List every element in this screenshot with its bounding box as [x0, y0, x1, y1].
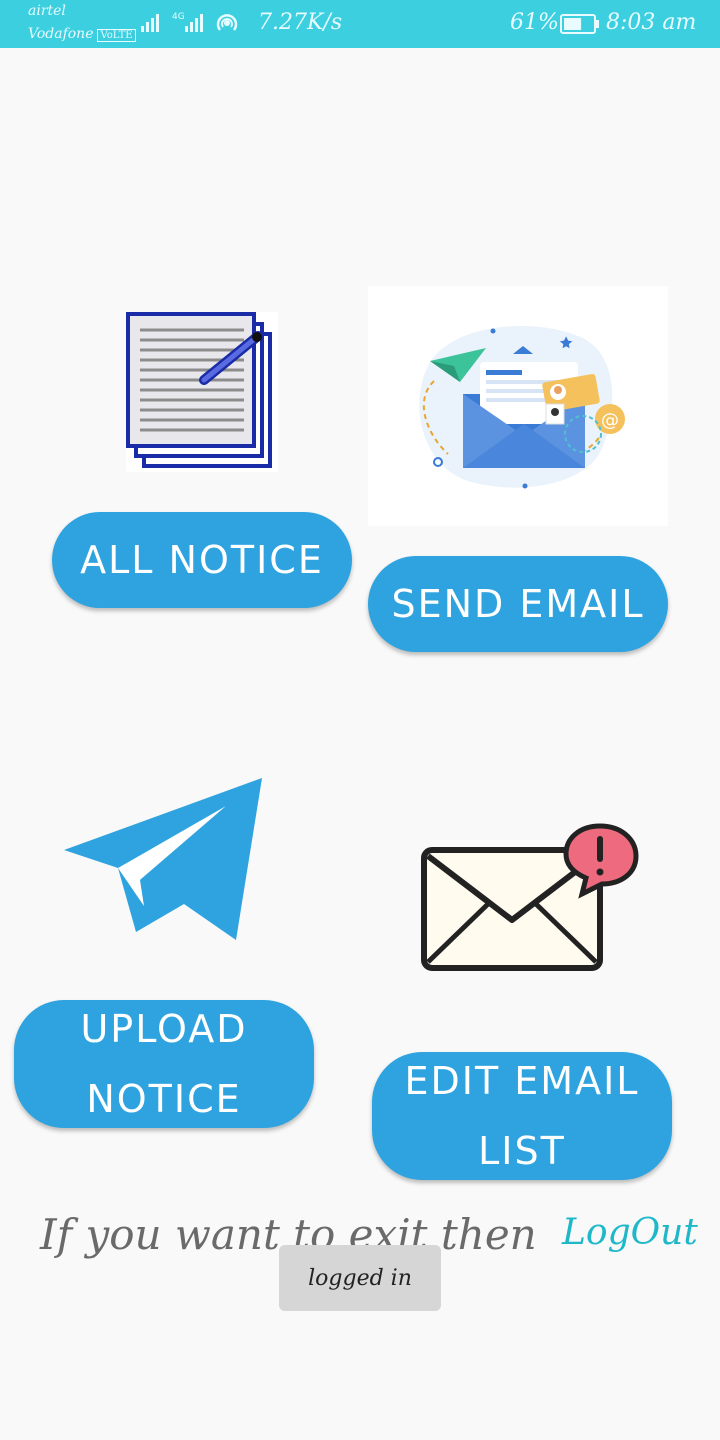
paper-plane-icon [64, 778, 262, 940]
send-email-button-label: SEND EMAIL [391, 582, 645, 626]
upload-notice-image[interactable] [60, 776, 266, 946]
edit-email-list-image[interactable] [420, 822, 642, 972]
send-email-button[interactable]: SEND EMAIL [368, 556, 668, 652]
notepad-icon [126, 312, 278, 472]
all-notice-button[interactable]: ALL NOTICE [52, 512, 352, 608]
signal-strength-icon [141, 14, 159, 32]
logout-link[interactable]: LogOut [562, 1212, 698, 1253]
signal-strength-4g-icon [185, 14, 203, 32]
edit-email-list-button-label-line2: LIST [478, 1129, 566, 1173]
battery-icon [560, 14, 599, 34]
upload-notice-button[interactable]: UPLOAD NOTICE [14, 1000, 314, 1128]
battery-percentage: 61% [510, 10, 559, 35]
svg-text:@: @ [601, 410, 619, 431]
all-notice-image[interactable] [126, 312, 278, 472]
all-notice-button-label: ALL NOTICE [80, 538, 324, 582]
status-bar: airtel Vodafone VoLTE 4G 7.27K/s 61% 8:03… [0, 0, 720, 48]
carrier-name-secondary-label: Vodafone [28, 26, 94, 42]
upload-notice-button-label-line1: UPLOAD [80, 1007, 248, 1051]
carrier-name-primary: airtel [28, 3, 66, 19]
toast-message: logged in [279, 1245, 441, 1311]
hotspot-icon [216, 14, 238, 31]
carrier-name-secondary: Vodafone VoLTE [28, 26, 136, 42]
send-email-image[interactable]: @ [368, 286, 668, 526]
edit-email-list-button[interactable]: EDIT EMAIL LIST [372, 1052, 672, 1180]
volte-badge: VoLTE [97, 29, 136, 42]
edit-email-list-button-label-line1: EDIT EMAIL [404, 1059, 640, 1103]
mail-alert-icon [421, 823, 639, 971]
upload-notice-button-label-line2: NOTICE [86, 1077, 242, 1121]
clock: 8:03 am [606, 10, 697, 35]
network-type-label: 4G [172, 12, 185, 22]
email-illustration-icon: @ [419, 326, 625, 489]
network-speed: 7.27K/s [258, 10, 343, 35]
